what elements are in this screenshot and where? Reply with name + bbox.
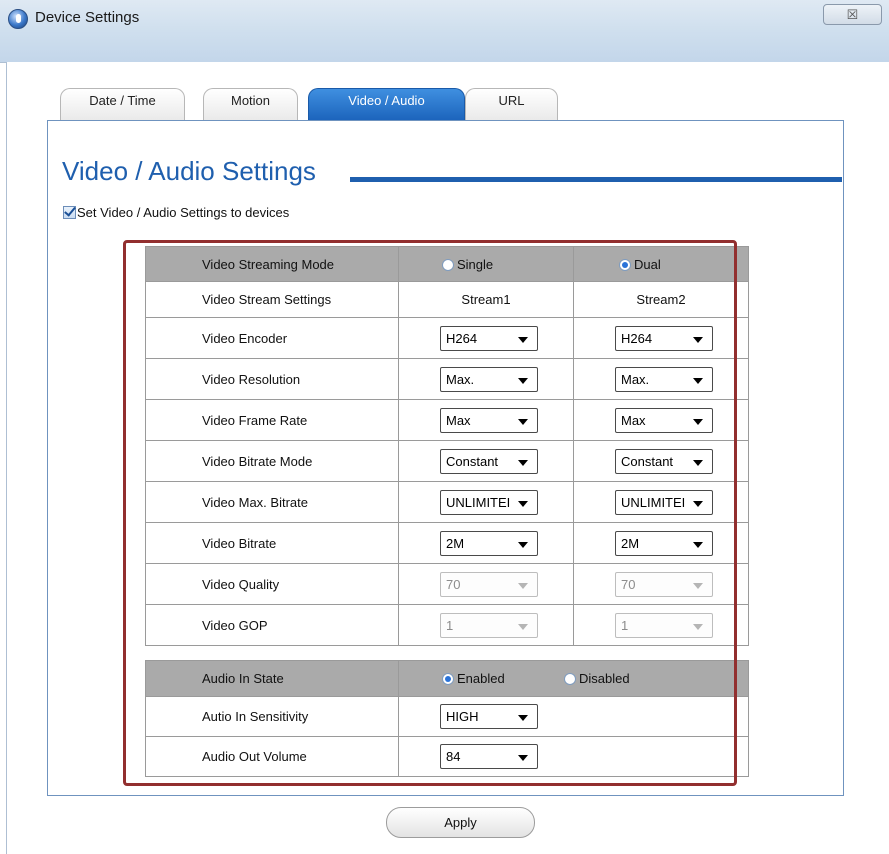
stream2-frame-rate-select[interactable]: Max: [615, 407, 713, 433]
row-label: Video Frame Rate: [145, 399, 399, 441]
audio-disabled-radio[interactable]: [563, 673, 576, 685]
table-row: Video Frame Rate Max Max: [145, 399, 749, 441]
dropdown-arrow-icon: [518, 459, 528, 466]
stream1-quality-select: 70: [440, 571, 538, 597]
stream1-encoder-select[interactable]: H264: [440, 325, 538, 351]
app-icon: [8, 9, 28, 29]
dropdown-arrow-icon: [518, 500, 528, 507]
dual-mode-cell: Dual: [573, 246, 749, 282]
dropdown-arrow-icon: [518, 541, 528, 548]
row-label: Video Streaming Mode: [145, 246, 399, 282]
table-row: Video Resolution Max. Max.: [145, 358, 749, 400]
dropdown-arrow-icon: [693, 623, 703, 630]
table-row: Audio In State Enabled Disabled: [145, 660, 749, 697]
row-label: Audio In State: [145, 660, 399, 697]
dual-mode-label: Dual: [634, 256, 661, 272]
row-label: Video Max. Bitrate: [145, 481, 399, 523]
dropdown-arrow-icon: [693, 377, 703, 384]
table-row: Video Bitrate 2M 2M: [145, 522, 749, 564]
table-row: Video Stream Settings Stream1 Stream2: [145, 281, 749, 318]
tab-date-time[interactable]: Date / Time: [60, 88, 185, 121]
table-row: Video GOP 1 1: [145, 604, 749, 646]
single-mode-cell: Single: [398, 246, 574, 282]
row-label: Video GOP: [145, 604, 399, 646]
stream2-bitrate-mode-select[interactable]: Constant: [615, 448, 713, 474]
dropdown-arrow-icon: [693, 459, 703, 466]
dropdown-arrow-icon: [693, 418, 703, 425]
tab-video-audio[interactable]: Video / Audio: [308, 88, 465, 121]
table-row: Video Bitrate Mode Constant Constant: [145, 440, 749, 482]
stream1-bitrate-select[interactable]: 2M: [440, 530, 538, 556]
stream1-resolution-select[interactable]: Max.: [440, 366, 538, 392]
dropdown-arrow-icon: [518, 715, 528, 721]
table-row: Video Streaming Mode Single Dual: [145, 246, 749, 282]
video-settings-table: Video Streaming Mode Single Dual Video S…: [145, 246, 749, 646]
stream1-frame-rate-select[interactable]: Max: [440, 407, 538, 433]
dropdown-arrow-icon: [693, 336, 703, 343]
dropdown-arrow-icon: [518, 623, 528, 630]
dropdown-arrow-icon: [693, 500, 703, 507]
dropdown-arrow-icon: [518, 418, 528, 425]
table-row: Video Max. Bitrate UNLIMITEI UNLIMITEI: [145, 481, 749, 523]
audio-state-cell: Enabled Disabled: [398, 660, 749, 697]
dropdown-arrow-icon: [693, 582, 703, 589]
dropdown-arrow-icon: [693, 541, 703, 548]
stream2-encoder-select[interactable]: H264: [615, 325, 713, 351]
stream1-header: Stream1: [398, 281, 574, 318]
stream2-max-bitrate-select[interactable]: UNLIMITEI: [615, 489, 713, 515]
row-label: Video Resolution: [145, 358, 399, 400]
audio-settings-table: Audio In State Enabled Disabled Autio In…: [145, 660, 749, 777]
audio-enabled-radio[interactable]: [442, 673, 454, 685]
row-label: Video Stream Settings: [145, 281, 399, 318]
row-label: Video Bitrate: [145, 522, 399, 564]
stream1-max-bitrate-select[interactable]: UNLIMITEI: [440, 489, 538, 515]
dropdown-arrow-icon: [518, 377, 528, 384]
single-mode-radio[interactable]: [442, 258, 454, 271]
tab-motion[interactable]: Motion: [203, 88, 298, 121]
stream2-resolution-select[interactable]: Max.: [615, 366, 713, 392]
dual-mode-radio[interactable]: [619, 258, 631, 271]
section-heading: Video / Audio Settings: [62, 156, 316, 186]
table-row: Video Quality 70 70: [145, 563, 749, 605]
table-row: Autio In Sensitivity HIGH: [145, 696, 749, 737]
row-label: Autio In Sensitivity: [145, 696, 399, 737]
table-row: Audio Out Volume 84: [145, 736, 749, 777]
table-row: Video Encoder H264 H264: [145, 317, 749, 359]
audio-settings-table-wrap: Audio In State Enabled Disabled Autio In…: [145, 660, 749, 777]
stream2-bitrate-select[interactable]: 2M: [615, 530, 713, 556]
stream2-gop-select: 1: [615, 612, 713, 638]
apply-settings-checkbox[interactable]: [63, 206, 76, 219]
row-label: Video Bitrate Mode: [145, 440, 399, 482]
row-label: Audio Out Volume: [145, 736, 399, 777]
dropdown-arrow-icon: [518, 755, 528, 761]
apply-button[interactable]: Apply: [386, 807, 535, 838]
dropdown-arrow-icon: [518, 582, 528, 589]
window-title: Device Settings: [35, 9, 140, 26]
close-button[interactable]: ☒: [823, 4, 882, 25]
row-label: Video Quality: [145, 563, 399, 605]
stream1-gop-select: 1: [440, 612, 538, 638]
video-settings-table-wrap: Video Streaming Mode Single Dual Video S…: [145, 246, 749, 646]
row-label: Video Encoder: [145, 317, 399, 359]
dropdown-arrow-icon: [518, 336, 528, 343]
tab-url[interactable]: URL: [465, 88, 558, 121]
audio-disabled-label: Disabled: [578, 671, 630, 686]
single-mode-label: Single: [457, 256, 494, 272]
heading-underline: [350, 177, 842, 182]
stream2-header: Stream2: [573, 281, 749, 318]
stream2-quality-select: 70: [615, 571, 713, 597]
audio-enabled-label: Enabled: [457, 671, 505, 686]
apply-settings-label: Set Video / Audio Settings to devices: [77, 205, 290, 220]
window-title-bar: Device Settings ☒: [0, 0, 889, 63]
audio-out-volume-select[interactable]: 84: [440, 744, 538, 769]
audio-in-sensitivity-select[interactable]: HIGH: [440, 704, 538, 729]
stream1-bitrate-mode-select[interactable]: Constant: [440, 448, 538, 474]
